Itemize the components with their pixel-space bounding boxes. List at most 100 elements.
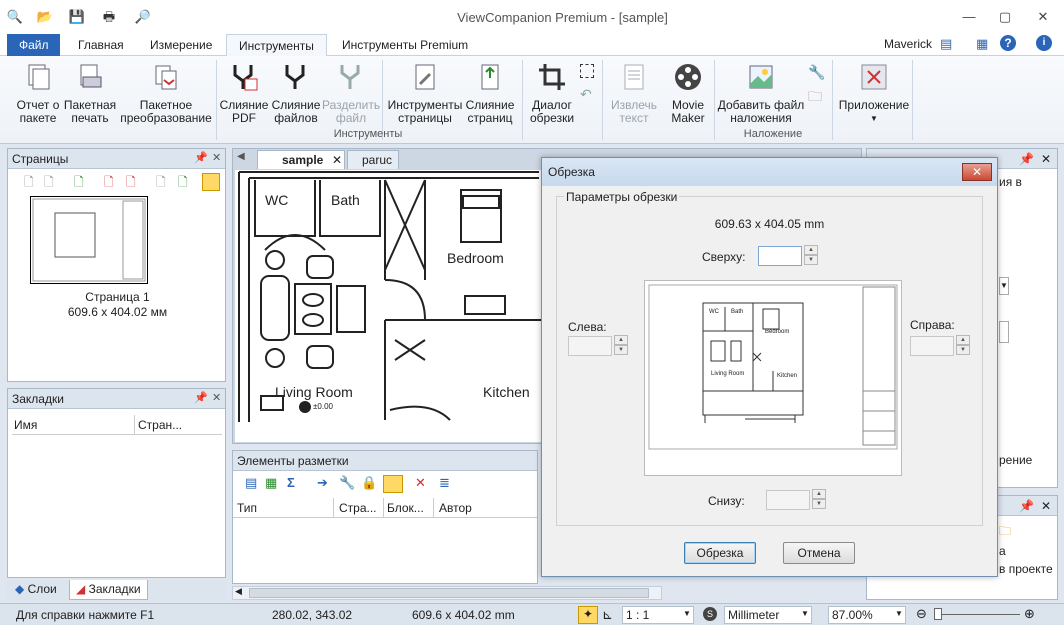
left-spin-up[interactable]: ▲ bbox=[614, 335, 628, 345]
tab-close-icon[interactable]: ✕ bbox=[332, 153, 342, 167]
page-thumbnail[interactable] bbox=[30, 196, 148, 284]
zoom-slider-thumb[interactable] bbox=[934, 608, 942, 620]
crop-preview[interactable]: WC Bath Bedroom Living Room Kitchen bbox=[644, 280, 902, 476]
dialog-close-button[interactable]: ✕ bbox=[962, 163, 992, 181]
doc-tab-sample[interactable]: sample ✕ bbox=[257, 150, 345, 169]
add-overlay-button[interactable]: Добавить файл наложения bbox=[716, 62, 806, 125]
batch-convert-button[interactable]: Пакетное преобразование bbox=[118, 62, 214, 125]
tab-measure[interactable]: Измерение bbox=[138, 34, 224, 56]
page-thumbnails-icon[interactable] bbox=[202, 173, 220, 191]
tab-file[interactable]: Файл bbox=[7, 34, 60, 56]
zoom-select[interactable]: 87.00% ▼ bbox=[828, 606, 906, 624]
zoom-in-icon[interactable]: ⊕ bbox=[1024, 606, 1035, 622]
pin-icon[interactable]: 📌 bbox=[194, 391, 208, 404]
zoom-slider-track[interactable] bbox=[934, 614, 1020, 615]
scale-select[interactable]: 1 : 1 ▼ bbox=[622, 606, 694, 624]
col-block[interactable]: Блок... bbox=[387, 501, 424, 515]
tab-layers[interactable]: ◆ Слои bbox=[11, 582, 61, 598]
sum-icon[interactable]: Σ bbox=[287, 475, 295, 490]
page-prev-icon[interactable]: 🗋 bbox=[44, 173, 54, 194]
layout-icon[interactable]: ▤ bbox=[940, 36, 952, 52]
right-panel-dropdown[interactable]: ▼ bbox=[999, 277, 1009, 295]
dialog-titlebar[interactable]: Обрезка ✕ bbox=[542, 158, 997, 186]
ortho-icon[interactable]: ⊾ bbox=[602, 607, 613, 623]
page-export-icon[interactable]: 🗋 bbox=[178, 173, 188, 194]
tab-home[interactable]: Главная bbox=[66, 34, 136, 56]
horizontal-scrollbar[interactable]: ◀ bbox=[232, 586, 662, 600]
right-spin-up[interactable]: ▲ bbox=[956, 335, 970, 345]
doc-tab-ris[interactable]: paruc bbox=[347, 150, 399, 169]
bottom-input[interactable] bbox=[766, 490, 810, 510]
markup-export-icon[interactable]: ▦ bbox=[265, 475, 277, 491]
batch-print-button[interactable]: Пакетная печать bbox=[62, 62, 118, 125]
col-author[interactable]: Автор bbox=[439, 501, 472, 515]
markup-list-icon[interactable]: ▤ bbox=[245, 475, 257, 491]
close-button[interactable]: ✕ bbox=[1030, 8, 1056, 26]
panel-close-icon[interactable]: ✕ bbox=[212, 151, 221, 164]
extract-text-button[interactable]: Извлечь текст bbox=[606, 62, 662, 125]
merge-pages-button[interactable]: Слияние страниц bbox=[462, 62, 518, 125]
arrow-right-icon[interactable]: ➔ bbox=[317, 475, 328, 491]
maximize-button[interactable]: ▢ bbox=[992, 8, 1018, 26]
top-input[interactable] bbox=[758, 246, 802, 266]
merge-files-button[interactable]: Слияние файлов bbox=[270, 62, 322, 125]
pin-icon[interactable]: 📌 bbox=[1019, 499, 1034, 513]
help-icon[interactable]: ? bbox=[1000, 35, 1016, 51]
units-icon[interactable]: S bbox=[703, 607, 717, 621]
options-icon[interactable]: ▦ bbox=[976, 36, 988, 52]
split-file-button[interactable]: Разделить файл bbox=[322, 62, 380, 125]
info-icon[interactable]: i bbox=[1036, 35, 1052, 51]
page-blank-icon[interactable]: 🗋 bbox=[156, 173, 166, 194]
panel-close-icon[interactable]: ✕ bbox=[212, 391, 221, 404]
scrollbar-thumb[interactable] bbox=[249, 588, 649, 598]
panel-close-icon[interactable]: ✕ bbox=[1041, 499, 1051, 513]
zoom-out-icon[interactable]: ⊖ bbox=[916, 606, 927, 622]
bottom-spin-down[interactable]: ▼ bbox=[812, 499, 826, 509]
pin-icon[interactable]: 📌 bbox=[1019, 152, 1034, 166]
col-page[interactable]: Стран... bbox=[138, 418, 182, 432]
tab-bookmarks[interactable]: ◢ Закладки bbox=[69, 580, 148, 600]
markup-note-icon[interactable] bbox=[383, 475, 403, 493]
page-delete-icon[interactable]: 🗋 bbox=[104, 173, 114, 194]
panel-close-icon[interactable]: ✕ bbox=[1041, 152, 1051, 166]
overlay-folder-icon[interactable]: 🗀 bbox=[808, 86, 822, 110]
page-add-icon[interactable]: 🗋 bbox=[74, 173, 84, 194]
left-input[interactable] bbox=[568, 336, 612, 356]
col-name[interactable]: Имя bbox=[14, 418, 37, 432]
minimize-button[interactable]: — bbox=[956, 8, 982, 26]
pin-icon[interactable]: 📌 bbox=[194, 151, 208, 164]
overlay-settings-icon[interactable]: 🔧 bbox=[808, 64, 825, 81]
page-remove-icon[interactable]: 🗋 bbox=[126, 173, 136, 194]
snap-icon[interactable]: ✦ bbox=[578, 606, 598, 624]
crop-ok-button[interactable]: Обрезка bbox=[684, 542, 756, 564]
layers-stack-icon[interactable]: ≣ bbox=[439, 475, 450, 491]
movie-maker-button[interactable]: Movie Maker bbox=[664, 62, 712, 125]
scroll-left-icon[interactable]: ◀ bbox=[235, 586, 242, 597]
cancel-button[interactable]: Отмена bbox=[783, 542, 855, 564]
crop-dialog-button[interactable]: Диалог обрезки bbox=[526, 62, 578, 125]
right-panel-field[interactable] bbox=[999, 321, 1009, 343]
user-name[interactable]: Maverick bbox=[884, 37, 932, 51]
right-input[interactable] bbox=[910, 336, 954, 356]
select-area-icon[interactable] bbox=[580, 64, 594, 78]
application-button[interactable]: Приложение ▼ bbox=[836, 62, 912, 125]
left-spin-down[interactable]: ▼ bbox=[614, 345, 628, 355]
page-tools-button[interactable]: Инструменты страницы bbox=[386, 62, 464, 125]
batch-report-button[interactable]: Отчет о пакете bbox=[12, 62, 64, 125]
tab-tools[interactable]: Инструменты bbox=[226, 34, 327, 57]
col-type[interactable]: Тип bbox=[237, 501, 257, 515]
tab-tools-premium[interactable]: Инструменты Premium bbox=[330, 34, 480, 56]
lock-icon[interactable]: 🔒 bbox=[361, 475, 377, 491]
tab-scroll-left-icon[interactable]: ◀ bbox=[237, 151, 245, 162]
top-spin-up[interactable]: ▲ bbox=[804, 245, 818, 255]
delete-icon[interactable]: ✕ bbox=[415, 475, 426, 491]
right-spin-down[interactable]: ▼ bbox=[956, 345, 970, 355]
col-page[interactable]: Стра... bbox=[339, 501, 377, 515]
undo-icon[interactable]: ↶ bbox=[580, 86, 592, 103]
wrench-icon[interactable]: 🔧 bbox=[339, 475, 355, 491]
page-first-icon[interactable]: 🗋 bbox=[24, 173, 34, 194]
top-spin-down[interactable]: ▼ bbox=[804, 255, 818, 265]
bottom-spin-up[interactable]: ▲ bbox=[812, 489, 826, 499]
merge-pdf-button[interactable]: Слияние PDF bbox=[218, 62, 270, 125]
units-select[interactable]: Millimeter ▼ bbox=[724, 606, 812, 624]
